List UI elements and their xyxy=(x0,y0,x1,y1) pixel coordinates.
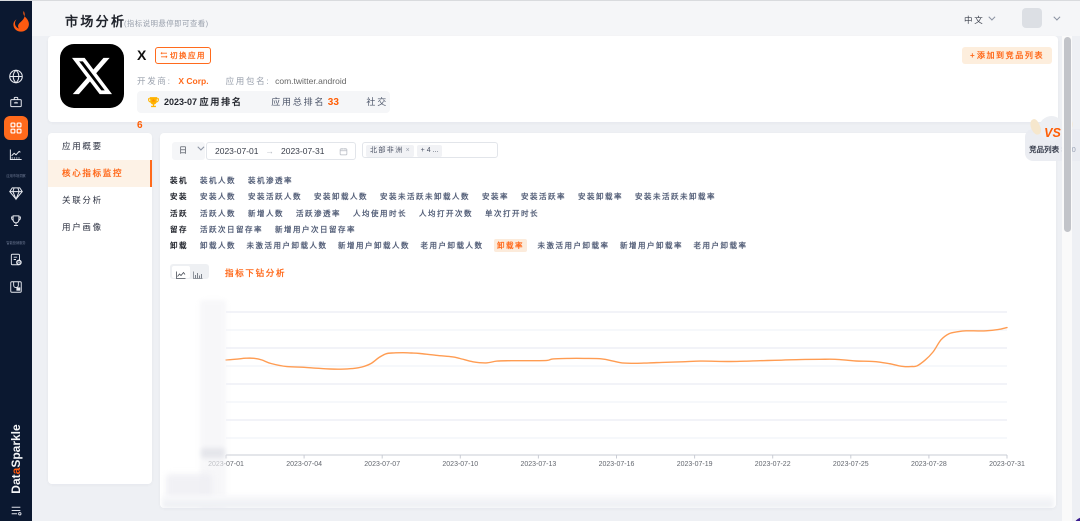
svg-text:2023-07-16: 2023-07-16 xyxy=(599,461,635,468)
svg-text:2023-07-13: 2023-07-13 xyxy=(520,461,556,468)
svg-text:2023-07-31: 2023-07-31 xyxy=(989,461,1025,468)
svg-text:2023-07-19: 2023-07-19 xyxy=(677,461,713,468)
svg-text:2023-07-10: 2023-07-10 xyxy=(442,461,478,468)
svg-text:2023-07-28: 2023-07-28 xyxy=(911,461,947,468)
svg-text:2023-07-22: 2023-07-22 xyxy=(755,461,791,468)
svg-text:2023-07-25: 2023-07-25 xyxy=(833,461,869,468)
svg-text:2023-07-04: 2023-07-04 xyxy=(286,461,322,468)
svg-text:2023-07-07: 2023-07-07 xyxy=(364,461,400,468)
